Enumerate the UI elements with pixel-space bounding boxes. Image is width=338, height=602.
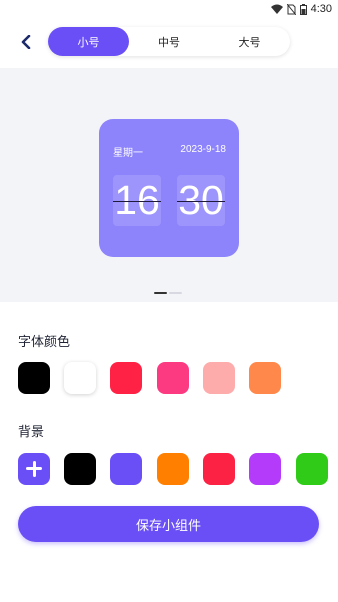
page-indicator <box>154 292 182 294</box>
background-color-swatch[interactable] <box>203 453 235 485</box>
font-color-swatch[interactable] <box>203 362 235 394</box>
add-background-button[interactable] <box>18 453 50 485</box>
status-bar: 4:30 <box>0 0 338 20</box>
background-color-swatch[interactable] <box>110 453 142 485</box>
font-color-swatch[interactable] <box>110 362 142 394</box>
widget-hours-card: 16 <box>113 175 161 226</box>
page-dot-active <box>154 292 167 294</box>
status-time: 4:30 <box>310 3 332 15</box>
no-sim-icon <box>286 3 296 15</box>
flip-divider <box>113 201 161 202</box>
tab-medium[interactable]: 中号 <box>129 27 209 56</box>
widget-weekday: 星期一 <box>113 148 143 159</box>
font-color-swatch[interactable] <box>18 362 50 394</box>
font-color-swatch[interactable] <box>249 362 281 394</box>
chevron-left-icon <box>21 35 31 49</box>
font-color-title: 字体颜色 <box>18 335 71 350</box>
size-tabs: 小号 中号 大号 <box>48 27 290 56</box>
status-icons: 4:30 <box>270 3 332 15</box>
clock-widget-preview[interactable]: 星期一 2023-9-18 16 30 <box>99 119 239 257</box>
widget-minutes-card: 30 <box>177 175 225 226</box>
tab-small[interactable]: 小号 <box>48 27 129 56</box>
background-color-swatch[interactable] <box>249 453 281 485</box>
page-dot <box>169 292 182 294</box>
background-color-swatch[interactable] <box>157 453 189 485</box>
widget-date: 2023-9-18 <box>180 144 226 155</box>
background-color-swatch[interactable] <box>296 453 328 485</box>
background-color-swatch[interactable] <box>64 453 96 485</box>
background-title: 背景 <box>18 425 45 440</box>
save-widget-button[interactable]: 保存小组件 <box>18 506 319 542</box>
back-button[interactable] <box>16 32 36 52</box>
battery-icon <box>299 3 307 15</box>
tab-large[interactable]: 大号 <box>209 27 290 56</box>
font-color-swatch[interactable] <box>64 362 96 394</box>
flip-divider <box>177 201 225 202</box>
wifi-icon <box>270 4 283 14</box>
font-color-swatch[interactable] <box>157 362 189 394</box>
